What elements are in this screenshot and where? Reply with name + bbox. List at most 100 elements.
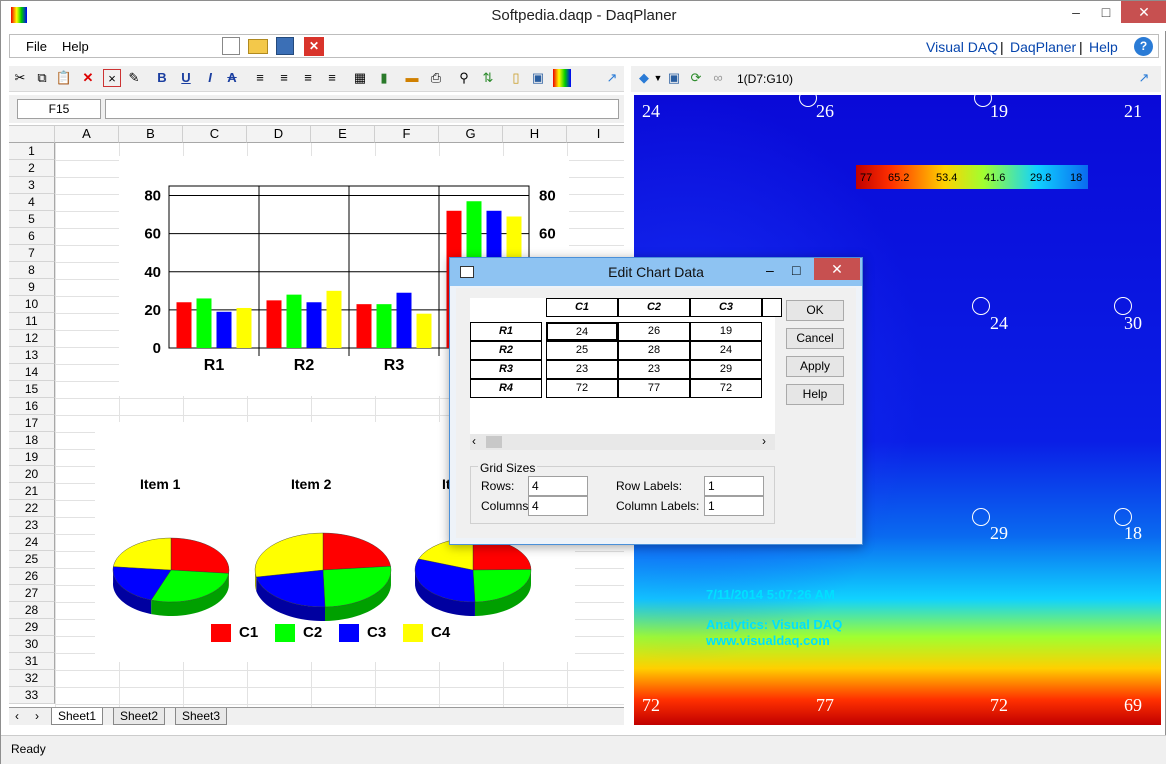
bold-icon[interactable]: B bbox=[153, 69, 171, 87]
columns-input[interactable]: 4 bbox=[528, 496, 588, 516]
column-header-d[interactable]: D bbox=[247, 126, 311, 143]
column-header-h[interactable]: H bbox=[503, 126, 567, 143]
column-labels-input[interactable]: 1 bbox=[704, 496, 764, 516]
grid-column-header[interactable]: C1 bbox=[546, 298, 618, 317]
row-header[interactable]: 17 bbox=[9, 415, 55, 432]
tab-sheet3[interactable]: Sheet3 bbox=[175, 708, 228, 725]
row-header[interactable]: 33 bbox=[9, 687, 55, 704]
row-header[interactable]: 16 bbox=[9, 398, 55, 415]
save-data-icon[interactable]: ▣ bbox=[529, 69, 547, 87]
column-header-e[interactable]: E bbox=[311, 126, 375, 143]
align-right-icon[interactable]: ≡ bbox=[323, 69, 341, 87]
grid-row-header[interactable]: R1 bbox=[470, 322, 542, 341]
grid-row-header[interactable]: R4 bbox=[470, 379, 542, 398]
grid-cell[interactable]: 24 bbox=[690, 341, 762, 360]
row-header[interactable]: 4 bbox=[9, 194, 55, 211]
dialog-maximize-icon[interactable]: □ bbox=[792, 262, 800, 278]
row-labels-input[interactable]: 1 bbox=[704, 476, 764, 496]
row-header[interactable]: 32 bbox=[9, 670, 55, 687]
expand-icon[interactable]: ↗ bbox=[1135, 69, 1153, 87]
chevron-left-icon[interactable]: ‹ bbox=[472, 434, 476, 448]
chart-data-grid[interactable]: C1 C2 C3 R1 24 26 19 R2 25 28 24 R3 23 23 29 R4 72 77 72 bbox=[470, 298, 782, 434]
grid-cell[interactable]: 72 bbox=[546, 379, 618, 398]
save-icon[interactable] bbox=[276, 37, 294, 55]
row-header[interactable]: 14 bbox=[9, 364, 55, 381]
menu-file[interactable]: File bbox=[26, 39, 47, 54]
chevron-left-icon[interactable]: ‹ bbox=[15, 709, 19, 723]
row-header[interactable]: 28 bbox=[9, 602, 55, 619]
grid-cell[interactable]: 29 bbox=[690, 360, 762, 379]
chart-icon[interactable]: ▮ bbox=[375, 69, 393, 87]
close-file-icon[interactable]: ✕ bbox=[304, 37, 324, 56]
dialog-minimize-icon[interactable]: – bbox=[766, 262, 774, 278]
row-header[interactable]: 5 bbox=[9, 211, 55, 228]
grid-cell[interactable]: 26 bbox=[618, 322, 690, 341]
sensor-marker[interactable] bbox=[972, 508, 990, 526]
grid-column-header[interactable]: C2 bbox=[618, 298, 690, 317]
search-icon[interactable]: ⚲ bbox=[455, 69, 473, 87]
refresh-icon[interactable]: ⟳ bbox=[687, 69, 705, 87]
website-link[interactable]: www.visualdaq.com bbox=[706, 633, 830, 648]
row-header[interactable]: 13 bbox=[9, 347, 55, 364]
minimize-icon[interactable]: – bbox=[1061, 1, 1091, 23]
print-icon[interactable]: ⎙ bbox=[427, 69, 445, 87]
row-header[interactable]: 27 bbox=[9, 585, 55, 602]
row-header[interactable]: 15 bbox=[9, 381, 55, 398]
insert-icon[interactable]: ▬ bbox=[403, 69, 421, 87]
grid-column-header[interactable] bbox=[762, 298, 782, 317]
grid-column-header[interactable]: C3 bbox=[690, 298, 762, 317]
row-header[interactable]: 1 bbox=[9, 143, 55, 160]
cut-icon[interactable]: ✂ bbox=[11, 69, 29, 87]
apply-button[interactable]: Apply bbox=[786, 356, 844, 377]
rows-input[interactable]: 4 bbox=[528, 476, 588, 496]
row-header[interactable]: 23 bbox=[9, 517, 55, 534]
cell-reference-field[interactable]: F15 bbox=[17, 99, 101, 119]
paste-icon[interactable]: 📋 bbox=[55, 69, 73, 87]
cancel-button[interactable]: Cancel bbox=[786, 328, 844, 349]
copy-icon[interactable]: ⧉ bbox=[33, 69, 51, 87]
horizontal-scrollbar[interactable]: ‹ › bbox=[470, 434, 775, 450]
formula-input[interactable] bbox=[105, 99, 619, 119]
row-header[interactable]: 25 bbox=[9, 551, 55, 568]
link-icon[interactable]: ∞ bbox=[709, 69, 727, 87]
link-visual-daq[interactable]: Visual DAQ bbox=[926, 39, 998, 55]
row-header[interactable]: 2 bbox=[9, 160, 55, 177]
grid-cell[interactable]: 77 bbox=[618, 379, 690, 398]
expand-icon[interactable]: ↗ bbox=[603, 69, 621, 87]
column-header-c[interactable]: C bbox=[183, 126, 247, 143]
grid-row-header[interactable]: R2 bbox=[470, 341, 542, 360]
column-header-g[interactable]: G bbox=[439, 126, 503, 143]
row-header[interactable]: 3 bbox=[9, 177, 55, 194]
row-header[interactable]: 22 bbox=[9, 500, 55, 517]
delete-icon[interactable]: ✕ bbox=[79, 69, 97, 87]
close-icon[interactable]: ✕ bbox=[1121, 1, 1166, 23]
ok-button[interactable]: OK bbox=[786, 300, 844, 321]
row-header[interactable]: 31 bbox=[9, 653, 55, 670]
row-header[interactable]: 24 bbox=[9, 534, 55, 551]
help-icon[interactable]: ? bbox=[1134, 37, 1153, 56]
chevron-right-icon[interactable]: › bbox=[762, 434, 766, 448]
grid-cell[interactable]: 28 bbox=[618, 341, 690, 360]
row-header[interactable]: 20 bbox=[9, 466, 55, 483]
tab-sheet2[interactable]: Sheet2 bbox=[113, 708, 166, 725]
grid-cell[interactable]: 19 bbox=[690, 322, 762, 341]
palette-icon[interactable] bbox=[553, 69, 571, 87]
column-header-b[interactable]: B bbox=[119, 126, 183, 143]
grid-cell[interactable]: 72 bbox=[690, 379, 762, 398]
align-center-icon[interactable]: ≡ bbox=[275, 69, 293, 87]
table-icon[interactable]: ▦ bbox=[351, 69, 369, 87]
link-daqplaner[interactable]: DaqPlaner bbox=[1010, 39, 1076, 55]
open-folder-icon[interactable]: ▯ bbox=[507, 69, 525, 87]
row-header[interactable]: 12 bbox=[9, 330, 55, 347]
help-button[interactable]: Help bbox=[786, 384, 844, 405]
align-justify-icon[interactable]: ≡ bbox=[299, 69, 317, 87]
link-help[interactable]: Help bbox=[1089, 39, 1118, 55]
column-header-a[interactable]: A bbox=[55, 126, 119, 143]
row-header[interactable]: 6 bbox=[9, 228, 55, 245]
strikethrough-icon[interactable]: A bbox=[223, 69, 241, 87]
column-header-i[interactable]: I bbox=[567, 126, 624, 143]
grid-row-header[interactable]: R3 bbox=[470, 360, 542, 379]
row-header[interactable]: 10 bbox=[9, 296, 55, 313]
row-header[interactable]: 7 bbox=[9, 245, 55, 262]
menu-help[interactable]: Help bbox=[62, 39, 89, 54]
